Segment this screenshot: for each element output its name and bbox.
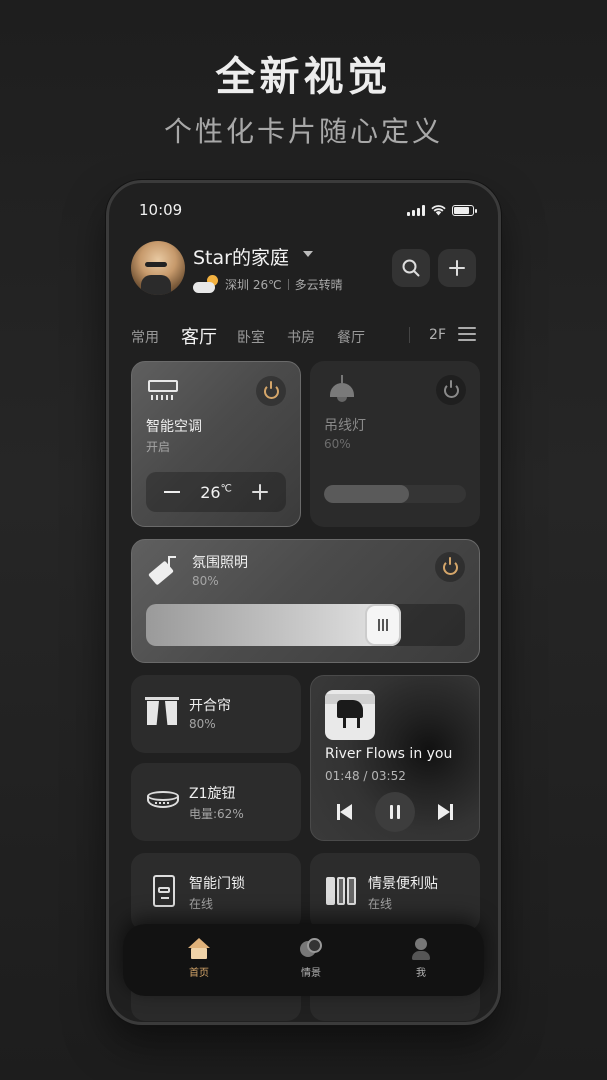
- curtain-card[interactable]: 开合帘 80%: [131, 675, 301, 753]
- signal-icon: [407, 205, 425, 216]
- tab-study[interactable]: 书房: [287, 327, 315, 347]
- nav-home-label: 首页: [189, 968, 209, 979]
- tab-common[interactable]: 常用: [131, 327, 159, 347]
- ambient-light-name: 氛围照明: [192, 555, 248, 571]
- album-cover: [325, 690, 375, 740]
- pendant-lamp-power-button[interactable]: [436, 375, 466, 405]
- room-tabs: 常用 客厅 卧室 书房 餐厅 2F: [131, 323, 476, 349]
- status-icons: [407, 205, 477, 216]
- scene-sticker-card[interactable]: 情景便利贴 在线: [310, 853, 480, 931]
- song-title: River Flows in you: [325, 746, 453, 762]
- pendant-lamp-card[interactable]: 吊线灯 60%: [310, 361, 480, 527]
- previous-track-icon[interactable]: [337, 804, 353, 820]
- phone-frame: 10:09 Star的家庭 深圳 26℃ 多云转晴 常用 客厅 卧室 书房 餐厅…: [106, 180, 501, 1025]
- nav-scene-label: 情景: [301, 968, 321, 979]
- floor-selector[interactable]: 2F: [429, 327, 446, 343]
- nav-scene[interactable]: 情景: [281, 938, 341, 979]
- ac-power-button[interactable]: [256, 376, 286, 406]
- knob-name: Z1旋钮: [189, 786, 236, 802]
- chevron-down-icon[interactable]: [303, 251, 313, 257]
- knob-icon: [147, 791, 179, 813]
- scene-sticker-status: 在线: [368, 897, 393, 911]
- wifi-icon: [431, 205, 446, 216]
- increase-temp-button[interactable]: [252, 484, 268, 500]
- ambient-light-card[interactable]: 氛围照明 80%: [131, 539, 480, 663]
- music-card[interactable]: River Flows in you 01:48 / 03:52: [310, 675, 480, 841]
- wall-light-icon: [148, 554, 180, 586]
- curtain-status: 80%: [189, 717, 216, 731]
- status-bar: 10:09: [109, 201, 498, 221]
- home-name[interactable]: Star的家庭: [193, 243, 289, 270]
- power-icon: [442, 556, 458, 575]
- door-lock-icon: [153, 875, 175, 907]
- ambient-light-slider[interactable]: [146, 604, 465, 646]
- pendant-lamp-name: 吊线灯: [324, 418, 366, 434]
- avatar[interactable]: [131, 241, 185, 295]
- door-lock-status: 在线: [189, 897, 214, 911]
- pendant-lamp-slider[interactable]: [324, 485, 466, 503]
- curtain-name: 开合帘: [189, 698, 231, 714]
- ac-card[interactable]: 智能空调 开启 26℃: [131, 361, 301, 527]
- menu-icon[interactable]: [458, 327, 476, 341]
- door-lock-card[interactable]: 智能门锁 在线: [131, 853, 301, 931]
- ambient-light-brightness: 80%: [192, 574, 219, 588]
- search-icon: [402, 259, 420, 277]
- search-button[interactable]: [392, 249, 430, 287]
- nav-home[interactable]: 首页: [169, 938, 229, 979]
- battery-icon: [452, 205, 477, 216]
- knob-status: 电量:62%: [189, 807, 244, 821]
- add-button[interactable]: [438, 249, 476, 287]
- nav-me[interactable]: 我: [391, 938, 451, 979]
- pendant-lamp-brightness: 60%: [324, 437, 351, 451]
- weather-location-temp: 深圳 26℃: [225, 277, 282, 292]
- nav-me-label: 我: [416, 968, 426, 979]
- pendant-lamp-icon: [326, 375, 358, 405]
- tab-living-room[interactable]: 客厅: [181, 323, 217, 349]
- profile-icon: [410, 938, 432, 960]
- temperature-control: 26℃: [146, 472, 286, 512]
- tab-bedroom[interactable]: 卧室: [237, 327, 265, 347]
- curtain-icon: [145, 697, 179, 727]
- slider-handle[interactable]: [365, 604, 402, 646]
- weather-condition: 多云转晴: [294, 277, 343, 292]
- scene-icon: [300, 938, 322, 960]
- tab-dining[interactable]: 餐厅: [337, 327, 365, 347]
- tab-divider: [409, 327, 410, 343]
- hero-subtitle: 个性化卡片随心定义: [163, 115, 443, 148]
- scene-panel-icon: [326, 877, 357, 905]
- bottom-nav: 首页 情景 我: [123, 924, 484, 996]
- next-track-icon[interactable]: [437, 804, 453, 820]
- playback-controls: [325, 792, 465, 832]
- scene-sticker-name: 情景便利贴: [368, 876, 438, 892]
- play-time: 01:48 / 03:52: [325, 769, 406, 783]
- status-time: 10:09: [139, 201, 183, 219]
- power-icon: [443, 379, 459, 398]
- hero-title: 全新视觉: [215, 54, 392, 100]
- pause-button[interactable]: [375, 792, 415, 832]
- power-icon: [263, 380, 279, 399]
- ambient-light-power-button[interactable]: [435, 552, 465, 582]
- partly-cloudy-icon: [193, 275, 219, 293]
- knob-card[interactable]: Z1旋钮 电量:62%: [131, 763, 301, 841]
- ac-status: 开启: [146, 440, 171, 454]
- home-icon: [188, 938, 210, 960]
- door-lock-name: 智能门锁: [189, 876, 245, 892]
- ac-name: 智能空调: [146, 419, 202, 435]
- plus-icon: [449, 260, 465, 276]
- header: Star的家庭 深圳 26℃ 多云转晴: [131, 241, 476, 297]
- weather-info: 深圳 26℃ 多云转晴: [193, 275, 343, 293]
- weather-separator: [287, 278, 289, 290]
- air-conditioner-icon: [148, 380, 178, 402]
